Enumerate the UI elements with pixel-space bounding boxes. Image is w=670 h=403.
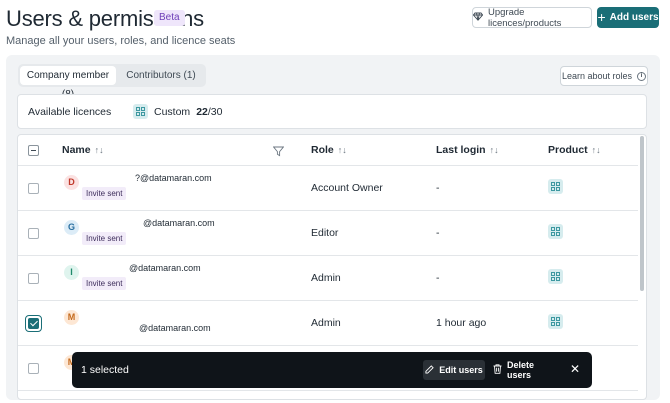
invite-sent-badge: Invite sent xyxy=(82,232,127,245)
product-icon xyxy=(548,179,563,194)
licence-product: Custom 22/30 xyxy=(133,104,222,119)
table-header: Name ↑↓ Role ↑↓ Last login ↑↓ Product ↑↓ xyxy=(18,135,638,166)
member-tabs: Company member (8) Contributors (1) xyxy=(18,64,206,100)
tab-company-member[interactable]: Company member (8) xyxy=(20,66,116,100)
trash-icon xyxy=(493,364,502,376)
avatar: G xyxy=(64,220,79,235)
row-checkbox[interactable] xyxy=(28,273,39,284)
delete-users-button[interactable]: Delete users xyxy=(493,360,557,380)
row-checkbox[interactable] xyxy=(28,363,39,374)
filter-icon[interactable] xyxy=(272,144,285,157)
product-icon xyxy=(548,269,563,284)
licence-product-name: Custom xyxy=(154,105,191,118)
table-row[interactable]: G @datamaran.com Invite sent Editor - xyxy=(18,211,638,256)
product-icon xyxy=(548,224,563,239)
column-label-last-login: Last login xyxy=(436,144,486,156)
user-role: Admin xyxy=(311,317,341,329)
column-header-last-login[interactable]: Last login ↑↓ xyxy=(436,144,499,156)
table-row[interactable]: I @datamaran.com Invite sent Admin - xyxy=(18,256,638,301)
user-email: @datamaran.com xyxy=(129,263,201,273)
pencil-icon xyxy=(425,364,434,376)
invite-sent-badge: Invite sent xyxy=(82,277,127,290)
table-row[interactable]: D ?@datamaran.com Invite sent Account Ow… xyxy=(18,166,638,211)
row-checkbox[interactable] xyxy=(28,318,39,329)
product-icon xyxy=(548,314,563,329)
edit-users-button[interactable]: Edit users xyxy=(423,360,485,380)
user-email: @datamaran.com xyxy=(139,323,211,333)
user-role: Editor xyxy=(311,227,339,239)
sort-icon: ↑↓ xyxy=(591,145,601,155)
licence-total: /30 xyxy=(207,105,223,118)
page-subtitle: Manage all your users, roles, and licenc… xyxy=(6,35,236,47)
user-last-login: 1 hour ago xyxy=(436,317,487,329)
user-last-login: - xyxy=(436,182,440,194)
licence-count: 22/30 xyxy=(196,106,222,118)
sort-icon: ↑↓ xyxy=(94,145,104,155)
column-label-name: Name xyxy=(62,144,91,156)
table-row[interactable]: M @datamaran.com Admin 1 hour ago xyxy=(18,301,638,346)
info-icon: i xyxy=(637,71,647,81)
tab-contributors[interactable]: Contributors (1) xyxy=(118,66,204,85)
page-header: Users & permissions Beta Manage all your… xyxy=(0,0,670,52)
user-last-login: - xyxy=(436,272,440,284)
user-role: Admin xyxy=(311,272,341,284)
selected-count: 1 selected xyxy=(81,364,129,376)
add-users-label: Add users xyxy=(609,12,659,23)
licences-label: Available licences xyxy=(28,106,112,118)
column-label-product: Product xyxy=(548,144,588,156)
user-email: @datamaran.com xyxy=(143,218,215,228)
column-header-name[interactable]: Name ↑↓ xyxy=(62,144,104,156)
add-users-button[interactable]: + Add users xyxy=(597,7,659,28)
column-header-role[interactable]: Role ↑↓ xyxy=(311,144,347,156)
table-scrollbar[interactable] xyxy=(640,136,644,291)
column-header-product[interactable]: Product ↑↓ xyxy=(548,144,601,156)
user-role: Account Owner xyxy=(311,182,383,194)
delete-users-label: Delete users xyxy=(507,360,535,380)
column-label-role: Role xyxy=(311,144,334,156)
select-all-checkbox[interactable] xyxy=(28,145,39,156)
beta-badge: Beta xyxy=(154,10,185,26)
upgrade-licences-button[interactable]: Upgrade licences/products xyxy=(472,6,592,29)
row-checkbox[interactable] xyxy=(28,228,39,239)
invite-sent-badge: Invite sent xyxy=(82,187,127,200)
edit-users-label: Edit users xyxy=(439,365,483,375)
row-checkbox[interactable] xyxy=(28,183,39,194)
user-email: ?@datamaran.com xyxy=(135,173,212,183)
sort-icon: ↑↓ xyxy=(489,145,499,155)
learn-about-roles-label: Learn about roles xyxy=(561,71,633,81)
avatar: M xyxy=(64,310,79,325)
sort-icon: ↑↓ xyxy=(337,145,347,155)
avatar: I xyxy=(64,265,79,280)
close-icon[interactable]: ✕ xyxy=(568,362,582,376)
upgrade-label: Upgrade licences/products xyxy=(488,6,562,29)
learn-about-roles-button[interactable]: Learn about roles i xyxy=(560,66,648,86)
plus-icon: + xyxy=(597,9,606,25)
bulk-action-bar: 1 selected Edit users Delete users ✕ xyxy=(72,352,592,388)
product-icon xyxy=(133,104,148,119)
avatar: D xyxy=(64,175,79,190)
gem-icon xyxy=(472,12,484,24)
user-last-login: - xyxy=(436,227,440,239)
available-licences-card: Available licences Custom 22/30 xyxy=(17,94,647,129)
licence-used: 22 xyxy=(196,105,208,118)
